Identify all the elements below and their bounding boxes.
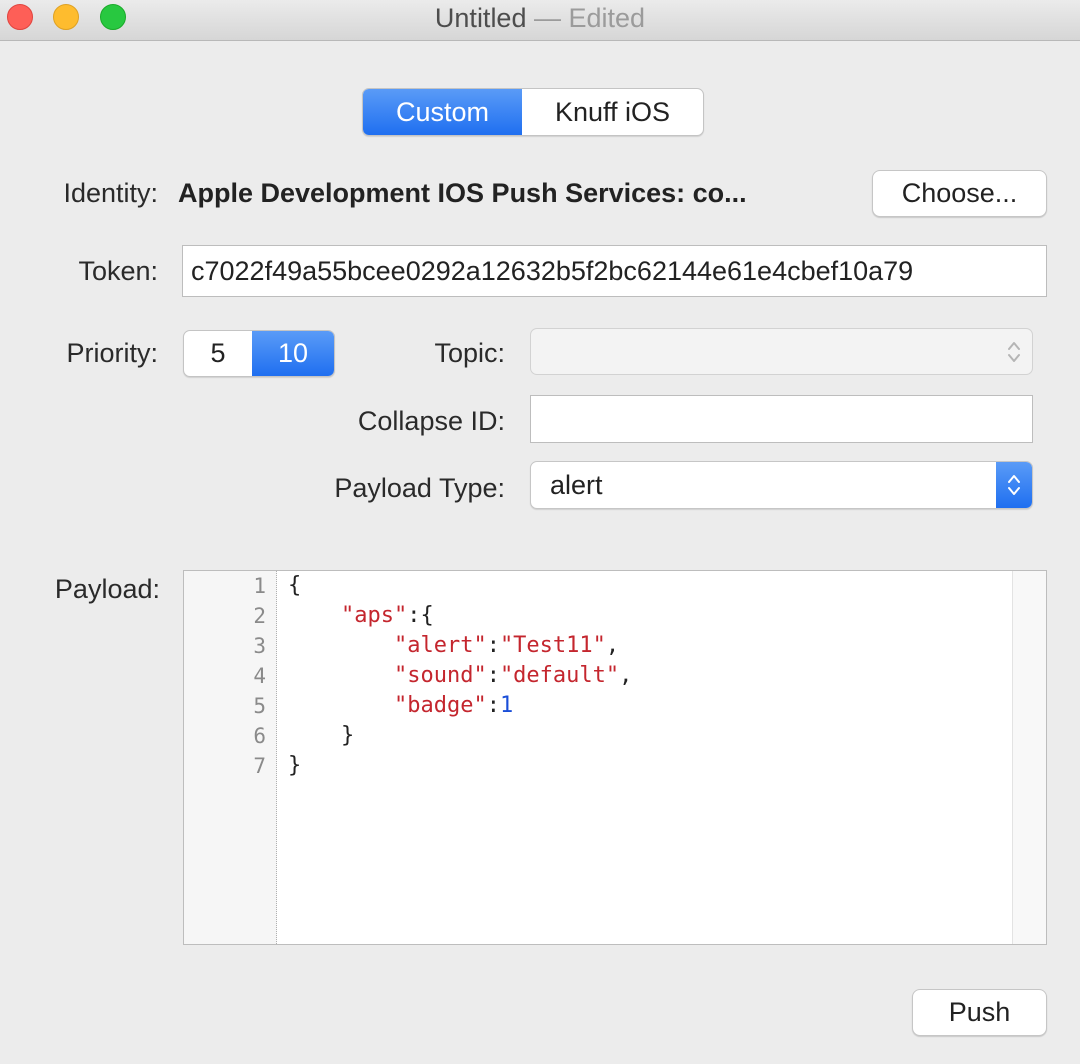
- window-title-state: Edited: [568, 3, 646, 33]
- title-bar: Untitled — Edited: [0, 0, 1080, 41]
- priority-option-10[interactable]: 10: [252, 331, 334, 376]
- window-title: Untitled — Edited: [0, 0, 1080, 36]
- code-line: }: [288, 753, 302, 778]
- code-line: }: [288, 723, 355, 748]
- code-line: "aps":{: [340, 603, 434, 628]
- up-down-arrows-icon: [996, 329, 1032, 374]
- code-line: {: [288, 573, 302, 598]
- choose-identity-button[interactable]: Choose...: [872, 170, 1047, 217]
- line-number: 3: [253, 634, 266, 658]
- window-title-separator: —: [533, 3, 561, 33]
- mode-segmented-control: Custom Knuff iOS: [362, 88, 704, 136]
- window-title-name: Untitled: [434, 3, 527, 33]
- token-field[interactable]: c7022f49a55bcee0292a12632b5f2bc62144e61e…: [182, 245, 1047, 297]
- line-number-gutter: 1 2 3 4 5 6 7: [184, 571, 277, 944]
- push-button[interactable]: Push: [912, 989, 1047, 1036]
- identity-value: Apple Development IOS Push Services: co.…: [178, 178, 747, 208]
- line-number: 4: [253, 664, 266, 688]
- code-line: "badge":1: [393, 693, 514, 718]
- identity-label: Identity:: [63, 178, 158, 208]
- payload-type-label: Payload Type:: [334, 473, 505, 503]
- topic-popup[interactable]: [530, 328, 1033, 375]
- payload-type-popup[interactable]: alert: [530, 461, 1033, 509]
- payload-label: Payload:: [54, 574, 160, 604]
- token-label: Token:: [78, 256, 158, 286]
- topic-label: Topic:: [434, 338, 505, 368]
- payload-type-value: alert: [550, 469, 603, 500]
- collapse-id-field[interactable]: [530, 395, 1033, 443]
- priority-segmented-control: 5 10: [183, 330, 335, 377]
- up-down-arrows-icon: [996, 462, 1032, 508]
- vertical-scrollbar[interactable]: [1012, 571, 1046, 944]
- payload-editor[interactable]: 1 2 3 4 5 6 7 { "aps":{ "alert":"Test11"…: [183, 570, 1047, 945]
- line-number: 7: [253, 754, 266, 778]
- line-number: 2: [253, 604, 266, 628]
- priority-label: Priority:: [66, 338, 158, 368]
- code-line: "sound":"default",: [393, 663, 633, 688]
- priority-option-5[interactable]: 5: [184, 331, 252, 376]
- code-line: "alert":"Test11",: [393, 633, 620, 658]
- line-number: 6: [253, 724, 266, 748]
- tab-custom[interactable]: Custom: [363, 89, 522, 135]
- line-number: 1: [253, 574, 266, 598]
- collapse-id-label: Collapse ID:: [357, 406, 505, 436]
- tab-knuff-ios[interactable]: Knuff iOS: [522, 89, 703, 135]
- line-number: 5: [253, 694, 266, 718]
